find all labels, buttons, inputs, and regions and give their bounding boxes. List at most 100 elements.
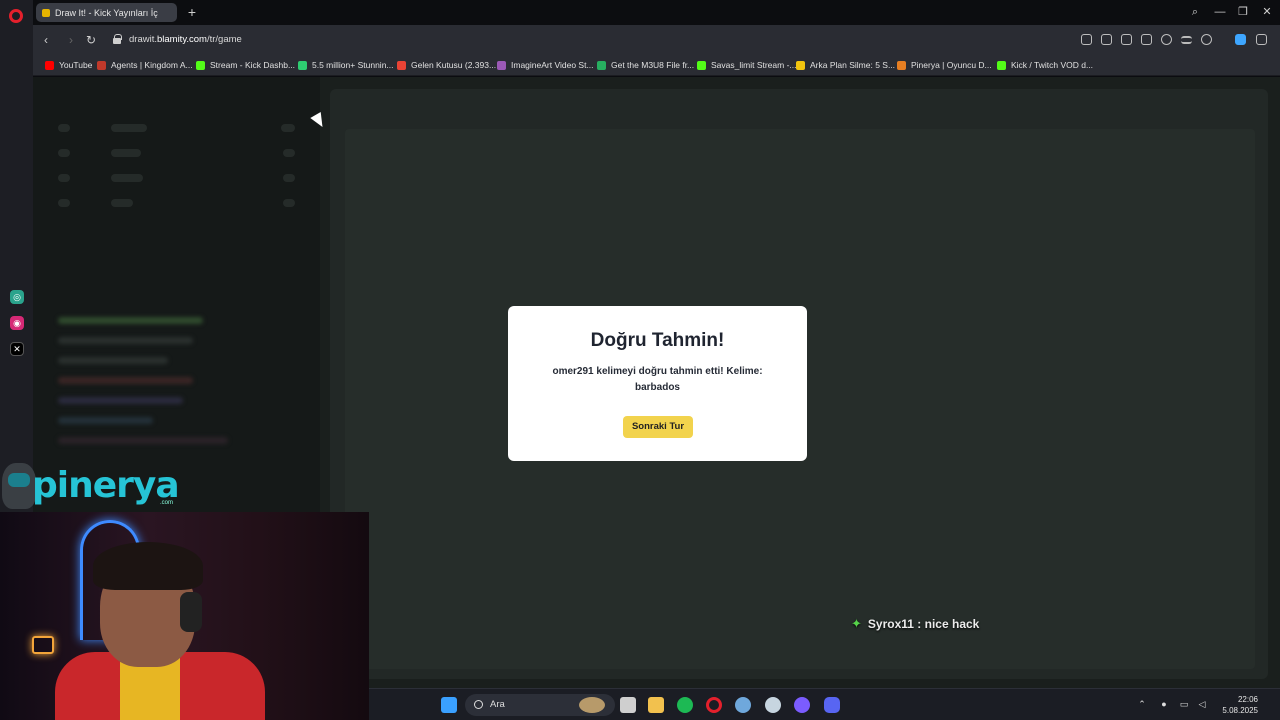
settings-icon[interactable] <box>735 697 751 713</box>
screen: ◎ ◉ ✕ Draw It! - Kick Yayınları İç + ⌕ —… <box>0 0 1280 720</box>
player-row <box>58 124 70 132</box>
logo-text: pinerya <box>32 465 180 506</box>
windows-start-icon[interactable] <box>441 697 457 713</box>
tab-favicon-icon <box>42 8 50 17</box>
bookmark-label: 5.5 million+ Stunnin... <box>312 60 394 70</box>
reload-icon[interactable]: ↻ <box>84 33 98 47</box>
bookmark-item[interactable]: Agents | Kingdom A... <box>97 60 193 70</box>
bookmark-favicon-icon <box>45 60 54 70</box>
url-path: /tr/game <box>206 34 242 45</box>
bookmark-favicon-icon <box>796 60 805 70</box>
play-icon[interactable] <box>1141 34 1152 45</box>
bookmark-item[interactable]: Kick / Twitch VOD d... <box>997 60 1093 70</box>
tray-chevron-icon[interactable]: ⌃ <box>1137 699 1147 709</box>
bookmark-label: Arka Plan Silme: 5 S... <box>810 60 896 70</box>
bookmark-favicon-icon <box>997 60 1006 70</box>
share-icon[interactable] <box>1081 34 1092 45</box>
bookmark-label: Stream - Kick Dashb... <box>210 60 296 70</box>
bookmark-item[interactable]: Stream - Kick Dashb... <box>196 60 295 70</box>
player-row <box>58 199 70 207</box>
bookmark-item[interactable]: Pinerya | Oyuncu D... <box>897 60 992 70</box>
bookmark-item[interactable]: Arka Plan Silme: 5 S... <box>796 60 895 70</box>
bookmark-favicon-icon <box>897 60 906 70</box>
bookmark-label: Agents | Kingdom A... <box>111 60 193 70</box>
file-explorer-icon[interactable] <box>648 697 664 713</box>
headset-icon <box>180 592 202 632</box>
chat-line <box>58 377 193 384</box>
address-bar: ‹ › ↻ drawit.blamity.com/tr/game <box>33 25 1280 55</box>
bookmark-item[interactable]: 5.5 million+ Stunnin... <box>298 60 394 70</box>
volume-icon[interactable]: ◁ <box>1197 699 1207 709</box>
chat-user: Syrox11 <box>867 617 914 631</box>
x-twitter-icon[interactable]: ✕ <box>10 342 24 356</box>
download-icon[interactable] <box>1235 34 1246 45</box>
microphone-icon[interactable]: ● <box>1159 699 1169 709</box>
next-round-button[interactable]: Sonraki Tur <box>623 416 693 438</box>
shield-icon[interactable] <box>1121 34 1132 45</box>
chat-line <box>58 337 193 344</box>
pinerya-logo: pinerya .com <box>0 455 190 513</box>
opera-logo-icon[interactable] <box>9 9 23 23</box>
network-icon[interactable]: ▭ <box>1179 699 1189 709</box>
browser-tab[interactable]: Draw It! - Kick Yayınları İç <box>36 3 177 22</box>
player-row <box>111 149 141 157</box>
app-icon[interactable] <box>794 697 810 713</box>
chat-separator: : <box>917 617 922 631</box>
close-icon[interactable]: ✕ <box>1260 5 1274 19</box>
lock-icon <box>113 34 122 44</box>
extensions-icon[interactable] <box>1256 34 1267 45</box>
bookmark-label: Savas_limit Stream -... <box>711 60 797 70</box>
chat-message: nice hack <box>924 617 980 631</box>
instagram-icon[interactable]: ◉ <box>10 316 24 330</box>
bookmark-item[interactable]: Get the M3U8 File fr... <box>597 60 694 70</box>
bookmark-favicon-icon <box>196 60 205 70</box>
clock[interactable]: 22:06 5.08.2025 <box>1222 694 1258 716</box>
chat-line <box>58 417 153 424</box>
profile-icon[interactable] <box>1201 34 1212 45</box>
sparkle-icon: ✦ <box>851 616 862 631</box>
restore-icon[interactable]: ❐ <box>1236 5 1250 19</box>
bookmark-item[interactable]: YouTube <box>45 60 92 70</box>
correct-guess-modal: Doğru Tahmin! omer291 kelimeyi doğru tah… <box>508 306 807 461</box>
modal-message: omer291 kelimeyi doğru tahmin etti! Keli… <box>552 366 763 393</box>
spotify-icon[interactable] <box>677 697 693 713</box>
bookmark-favicon-icon <box>697 60 706 70</box>
tab-strip: Draw It! - Kick Yayınları İç + ⌕ — ❐ ✕ <box>33 0 1280 25</box>
heart-icon[interactable] <box>1161 34 1172 45</box>
back-icon[interactable]: ‹ <box>39 33 53 47</box>
player-row <box>283 149 295 157</box>
bookmark-favicon-icon <box>597 60 606 70</box>
task-view-icon[interactable] <box>620 697 636 713</box>
opera-taskbar-icon[interactable] <box>706 697 722 713</box>
search-tabs-icon[interactable]: ⌕ <box>1188 5 1202 19</box>
bookmark-favicon-icon <box>298 60 307 70</box>
bookmark-favicon-icon <box>97 60 106 70</box>
bookmark-item[interactable]: ImagineArt Video St... <box>497 60 594 70</box>
new-tab-button[interactable]: + <box>184 4 200 20</box>
windows-taskbar: Ara ⌃ ● ▭ ◁ 22:06 5.08.2025 <box>369 688 1280 720</box>
discord-icon[interactable] <box>824 697 840 713</box>
player-row <box>281 124 295 132</box>
chat-line <box>58 397 183 404</box>
mascot-icon <box>2 463 36 509</box>
url-domain: blamity.com <box>156 34 207 45</box>
snapshot-icon[interactable] <box>1101 34 1112 45</box>
menu-icon[interactable] <box>1181 36 1192 44</box>
steam-icon[interactable] <box>765 697 781 713</box>
url-field[interactable]: drawit.blamity.com/tr/game <box>129 34 242 45</box>
chatgpt-icon[interactable]: ◎ <box>10 290 24 304</box>
webcam-feed <box>0 512 369 720</box>
bookmark-favicon-icon <box>497 60 506 70</box>
chat-line <box>58 357 168 364</box>
minimize-icon[interactable]: — <box>1213 5 1227 19</box>
player-row <box>58 149 70 157</box>
player-row <box>111 174 143 182</box>
widget-icon[interactable] <box>579 697 605 713</box>
forward-icon[interactable]: › <box>64 33 78 47</box>
bookmark-item[interactable]: Gelen Kutusu (2.393... <box>397 60 496 70</box>
bookmarks-bar: YouTube Agents | Kingdom A... Stream - Kic… <box>33 55 1280 76</box>
bookmark-item[interactable]: Savas_limit Stream -... <box>697 60 797 70</box>
player-row <box>111 199 133 207</box>
stream-chat-overlay: ✦ Syrox11 : nice hack <box>851 616 979 632</box>
player-row <box>111 124 147 132</box>
